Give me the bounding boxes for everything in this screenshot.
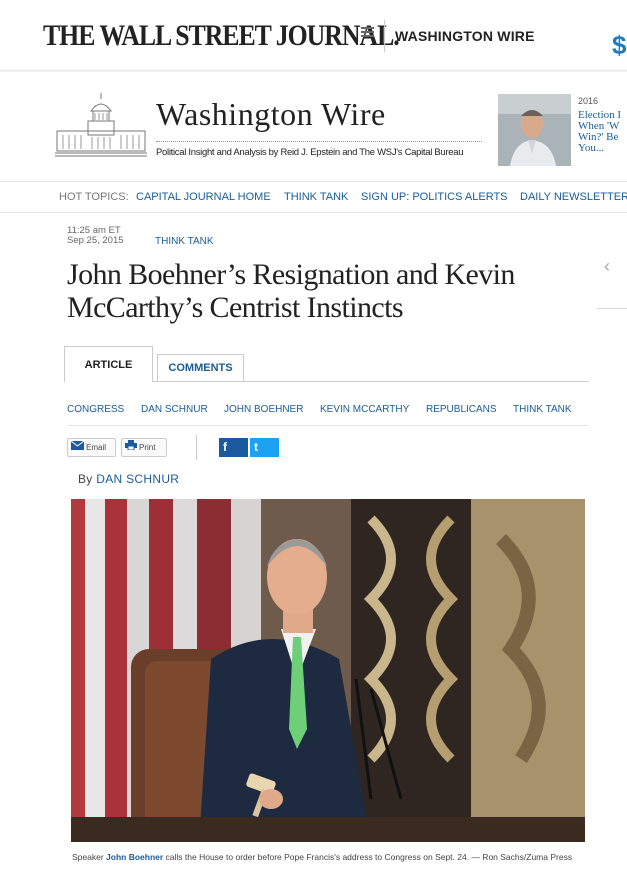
email-label: Email <box>86 443 107 452</box>
byline-prefix: By <box>78 472 93 486</box>
promo-thumbnail[interactable] <box>498 94 571 166</box>
author-link[interactable]: DAN SCHNUR <box>96 472 179 486</box>
tag-republicans[interactable]: REPUBLICANS <box>426 404 497 415</box>
photo-caption: Speaker John Boehner calls the House to … <box>72 852 587 862</box>
capitol-building-icon <box>55 93 147 157</box>
article-headline: John Boehner’s Resignation and Kevin McC… <box>67 258 515 324</box>
tag-john-boehner[interactable]: JOHN BOEHNER <box>224 404 303 415</box>
printer-icon <box>125 439 137 456</box>
previous-arrow-icon[interactable]: ‹ <box>604 256 610 277</box>
section-name[interactable]: WASHINGTON WIRE <box>395 28 535 44</box>
tag-dan-schnur[interactable]: DAN SCHNUR <box>141 404 208 415</box>
print-label: Print <box>139 443 156 452</box>
wsj-logo[interactable]: THE WALL STREET JOURNAL. <box>43 19 400 53</box>
article-kicker[interactable]: THINK TANK <box>155 236 214 247</box>
blog-tagline: Political Insight and Analysis by Reid J… <box>156 147 464 158</box>
tags-divider <box>67 425 589 426</box>
tag-kevin-mccarthy[interactable]: KEVIN MCCARTHY <box>320 404 409 415</box>
caption-prefix: Speaker <box>72 852 107 862</box>
timestamp: 11:25 am ET Sep 25, 2015 <box>67 226 124 246</box>
blog-title[interactable]: Washington Wire <box>156 96 386 133</box>
title-divider <box>156 141 482 142</box>
hot-topic-daily-newsletter[interactable]: DAILY NEWSLETTER <box>520 191 627 203</box>
envelope-icon <box>70 439 85 456</box>
masthead-divider <box>384 20 385 52</box>
dollar-icon[interactable]: $ <box>612 30 626 61</box>
twitter-share-button[interactable]: t <box>250 438 279 457</box>
hot-topic-capital-journal[interactable]: CAPITAL JOURNAL HOME <box>136 191 271 203</box>
article-photo[interactable] <box>71 499 585 842</box>
post-date: Sep 25, 2015 <box>67 235 124 246</box>
caption-text: calls the House to order before Pope Fra… <box>163 852 573 862</box>
tab-comments[interactable]: COMMENTS <box>157 354 244 381</box>
byline: By DAN SCHNUR <box>78 472 179 486</box>
twitter-icon: t <box>254 440 258 454</box>
hot-topic-think-tank[interactable]: THINK TANK <box>284 191 348 203</box>
promo-headline[interactable]: Election I When 'W Win?' Be You... <box>578 110 627 154</box>
side-divider <box>597 308 627 309</box>
promo-year: 2016 <box>578 96 599 106</box>
facebook-share-button[interactable]: f <box>219 438 248 457</box>
hot-topic-politics-alerts[interactable]: SIGN UP: POLITICS ALERTS <box>361 191 508 203</box>
tag-think-tank[interactable]: THINK TANK <box>513 404 572 415</box>
hamburger-menu-icon[interactable] <box>361 27 374 38</box>
caption-link[interactable]: John Boehner <box>106 852 163 862</box>
facebook-icon: f <box>223 440 227 454</box>
print-button[interactable]: Print <box>121 438 167 457</box>
tag-congress[interactable]: CONGRESS <box>67 404 124 415</box>
email-button[interactable]: Email <box>67 438 116 457</box>
hot-topics-label: HOT TOPICS: <box>59 191 129 203</box>
tab-article[interactable]: ARTICLE <box>64 346 153 382</box>
share-divider <box>196 435 197 460</box>
